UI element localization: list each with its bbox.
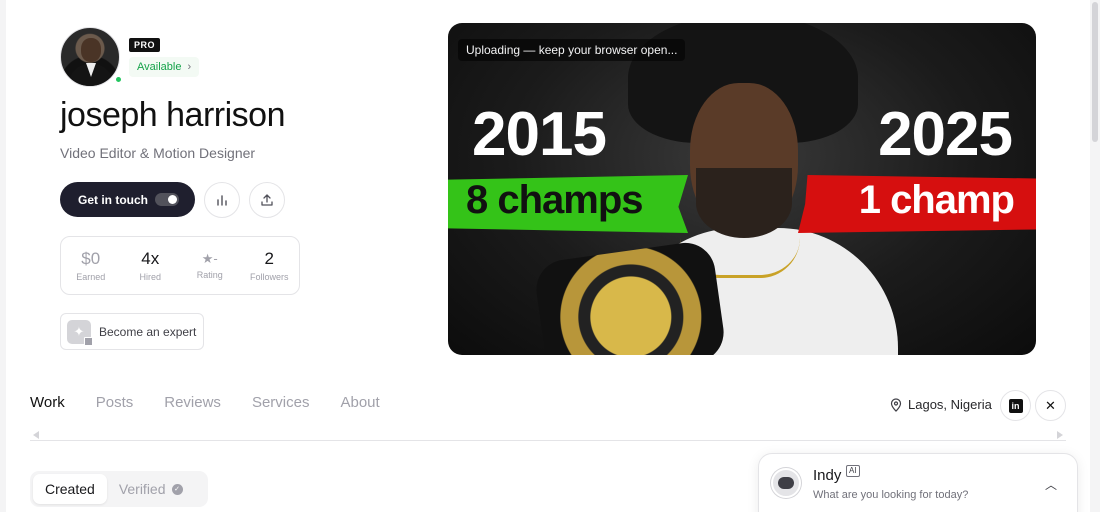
- toggle-icon: [155, 193, 179, 206]
- page-scrollbar[interactable]: [1090, 0, 1100, 512]
- filter-created[interactable]: Created: [33, 474, 107, 504]
- chat-title: Indy: [813, 467, 842, 484]
- chevron-up-icon[interactable]: ︿: [1045, 476, 1057, 493]
- profile-role: Video Editor & Motion Designer: [60, 145, 256, 161]
- divider: [30, 440, 1066, 441]
- chat-widget[interactable]: Indy AI What are you looking for today? …: [758, 453, 1078, 512]
- stat-hired: 4x Hired: [121, 237, 181, 294]
- avatar[interactable]: [60, 27, 120, 87]
- get-in-touch-label: Get in touch: [78, 192, 148, 207]
- filter-verified-label: Verified: [118, 481, 166, 497]
- availability-label: Available: [137, 61, 182, 73]
- location-label: Lagos, Nigeria: [908, 397, 992, 412]
- stat-value: 2: [264, 249, 274, 268]
- caption-right: 1 champ: [858, 178, 1015, 222]
- championship-belt-image: [532, 239, 728, 355]
- stat-followers[interactable]: 2 Followers: [240, 237, 300, 294]
- tab-posts[interactable]: Posts: [96, 394, 134, 411]
- linkedin-icon: in: [1008, 398, 1023, 413]
- year-left: 2015: [472, 100, 607, 169]
- work-filter: Created Verified ✓: [30, 471, 208, 507]
- upload-status: Uploading — keep your browser open...: [458, 39, 686, 61]
- online-status-dot: [114, 75, 123, 84]
- tab-about[interactable]: About: [340, 394, 379, 411]
- profile-page: PRO Available › joseph harrison Video Ed…: [6, 0, 1090, 512]
- hero-image-beard: [696, 168, 792, 238]
- year-right: 2025: [878, 100, 1013, 169]
- stat-label: Followers: [249, 272, 289, 282]
- ai-badge: AI: [846, 465, 860, 477]
- scroll-right-icon[interactable]: [1057, 431, 1063, 439]
- stat-earned: $0 Earned: [61, 237, 121, 294]
- verified-check-icon: ✓: [171, 483, 183, 495]
- robot-avatar-icon: [771, 468, 801, 498]
- x-button[interactable]: ✕: [1035, 390, 1066, 421]
- filter-verified[interactable]: Verified ✓: [107, 474, 195, 504]
- stat-label: Earned: [76, 272, 106, 282]
- sparkle-icon: ✦: [67, 319, 93, 346]
- stat-rating: ★- Rating: [180, 237, 240, 294]
- tab-work[interactable]: Work: [30, 394, 65, 411]
- linkedin-button[interactable]: in: [1000, 390, 1031, 421]
- profile-name: joseph harrison: [60, 96, 285, 134]
- tab-services[interactable]: Services: [252, 394, 310, 411]
- availability-chip[interactable]: Available ›: [129, 57, 200, 77]
- stat-value: 4x: [141, 249, 160, 268]
- become-expert-button[interactable]: ✦ Become an expert: [60, 313, 204, 350]
- stat-label: Hired: [139, 272, 161, 282]
- get-in-touch-button[interactable]: Get in touch: [60, 182, 195, 217]
- x-icon: ✕: [1045, 397, 1056, 413]
- location: Lagos, Nigeria: [890, 397, 992, 412]
- stat-label: Rating: [196, 270, 223, 280]
- map-pin-icon: [890, 397, 902, 412]
- caption-left: 8 champs: [466, 178, 644, 222]
- pro-badge: PRO: [129, 38, 161, 52]
- scroll-left-icon[interactable]: [33, 431, 39, 439]
- share-icon: [261, 194, 273, 206]
- bar-chart-icon: [217, 195, 227, 206]
- chevron-right-icon: ›: [187, 61, 192, 73]
- share-button[interactable]: [249, 182, 285, 218]
- stats-button[interactable]: [204, 182, 240, 218]
- tab-reviews[interactable]: Reviews: [164, 394, 221, 411]
- hero-thumbnail[interactable]: 2015 2025 8 champs 1 champ Uploading — k…: [448, 23, 1036, 355]
- stats-card: $0 Earned 4x Hired ★- Rating 2 Followers: [60, 236, 300, 295]
- stat-value: $0: [81, 249, 101, 268]
- chat-subtitle: What are you looking for today?: [813, 489, 969, 501]
- become-expert-label: Become an expert: [99, 324, 197, 339]
- profile-tabs: Work Posts Reviews Services About: [30, 394, 380, 411]
- stat-value: ★-: [201, 251, 218, 266]
